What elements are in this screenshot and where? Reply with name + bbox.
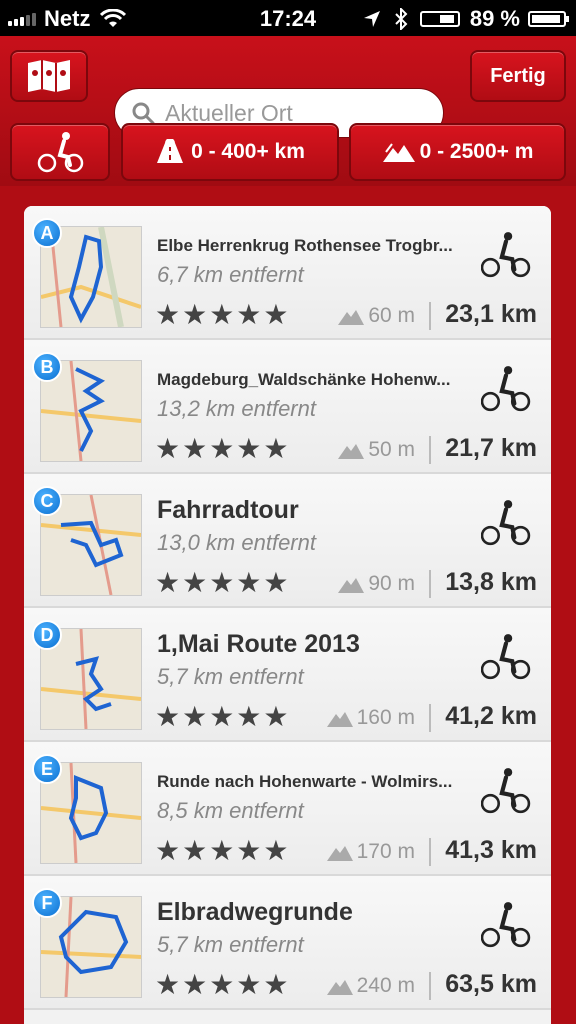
rating-stars: ★★★★★ [155,433,291,464]
bike-icon [481,366,531,412]
divider [429,302,431,330]
route-list[interactable]: A Elbe Herrenkrug Rothensee Trogbr... 6,… [24,206,551,1024]
route-title: Elbe Herrenkrug Rothensee Trogbr... [157,236,453,255]
bike-icon [481,500,531,546]
rating-stars: ★★★★★ [155,299,291,330]
route-row[interactable]: A Elbe Herrenkrug Rothensee Trogbr... 6,… [24,206,551,340]
route-row[interactable]: F Elbradwegrunde 5,7 km entfernt ★★★★★ 2… [24,876,551,1010]
route-distance-away: 8,5 km entfernt [157,798,304,823]
elevation-filter-button[interactable]: 0 - 2500+ m [349,123,566,181]
divider [429,570,431,598]
route-title: Fahrradtour [157,496,299,524]
rating-stars: ★★★★★ [155,969,291,1000]
divider [429,436,431,464]
route-title: Elbradwegrunde [157,898,353,926]
route-letter-badge: A [32,218,62,248]
search-icon [132,102,155,125]
bike-icon [481,902,531,948]
route-elevation: 240 m [356,974,415,997]
route-letter-badge: B [32,352,62,382]
mountain-icon [338,310,365,325]
route-title: 1,Mai Route 2013 [157,630,360,658]
elevation-info: 60 m [338,304,415,328]
mountain-icon [338,444,365,459]
bike-icon [37,132,84,173]
route-distance-away: 5,7 km entfernt [157,664,304,689]
rating-stars: ★★★★★ [155,567,291,598]
battery-charging-icon [419,11,460,27]
route-row[interactable]: B Magdeburg_Waldschänke Hohenw... 13,2 k… [24,340,551,474]
route-distance-away: 6,7 km entfernt [157,262,304,287]
route-elevation: 170 m [356,840,415,863]
elevation-info: 90 m [338,572,415,596]
route-letter-badge: D [32,620,62,650]
battery-label: 89 % [469,6,520,31]
elevation-info: 160 m [326,706,415,730]
route-length: 41,2 km [445,702,537,730]
route-title: Magdeburg_Waldschänke Hohenw... [157,370,451,389]
map-icon [28,60,70,92]
battery-icon [528,11,569,27]
elevation-info: 50 m [338,438,415,462]
route-title: Runde nach Hohenwarte - Wolmirs... [157,772,453,791]
done-button[interactable]: Fertig [470,50,566,102]
route-row[interactable]: C Fahrradtour 13,0 km entfernt ★★★★★ 90 … [24,474,551,608]
status-bar: Netz 17:24 89 % [0,0,576,36]
rating-stars: ★★★★★ [155,835,291,866]
route-distance-away: 5,7 km entfernt [157,932,304,957]
mountain-icon [382,143,415,162]
route-length: 23,1 km [445,300,537,328]
route-distance-away: 13,0 km entfernt [157,530,316,555]
elevation-info: 240 m [326,974,415,998]
map-button[interactable] [10,50,88,102]
header: Fertig 0 - 400+ km 0 - 2500+ m [0,36,576,186]
location-arrow-icon [363,11,380,27]
elevation-filter-label: 0 - 2500+ m [419,140,534,163]
bluetooth-icon [395,8,408,30]
route-letter-badge: C [32,486,62,516]
activity-filter-button[interactable] [10,123,110,181]
route-letter-badge: F [32,888,62,918]
bike-icon [481,768,531,814]
rating-stars: ★★★★★ [155,701,291,732]
divider [429,838,431,866]
bike-icon [481,634,531,680]
bike-icon [481,232,531,278]
route-length: 63,5 km [445,970,537,998]
road-icon [157,139,184,163]
route-length: 13,8 km [445,568,537,596]
mountain-icon [326,712,353,727]
divider [429,972,431,1000]
elevation-info: 170 m [326,840,415,864]
mountain-icon [338,578,365,593]
route-letter-badge: E [32,754,62,784]
route-row[interactable]: E Runde nach Hohenwarte - Wolmirs... 8,5… [24,742,551,876]
route-length: 41,3 km [445,836,537,864]
route-elevation: 60 m [368,304,415,327]
divider [429,704,431,732]
route-elevation: 50 m [368,438,415,461]
route-elevation: 90 m [368,572,415,595]
mountain-icon [326,846,353,861]
distance-filter-button[interactable]: 0 - 400+ km [121,123,339,181]
mountain-icon [326,980,353,995]
route-length: 21,7 km [445,434,537,462]
route-distance-away: 13,2 km entfernt [157,396,316,421]
route-elevation: 160 m [356,706,415,729]
distance-filter-label: 0 - 400+ km [191,140,305,163]
route-row[interactable]: D 1,Mai Route 2013 5,7 km entfernt ★★★★★… [24,608,551,742]
